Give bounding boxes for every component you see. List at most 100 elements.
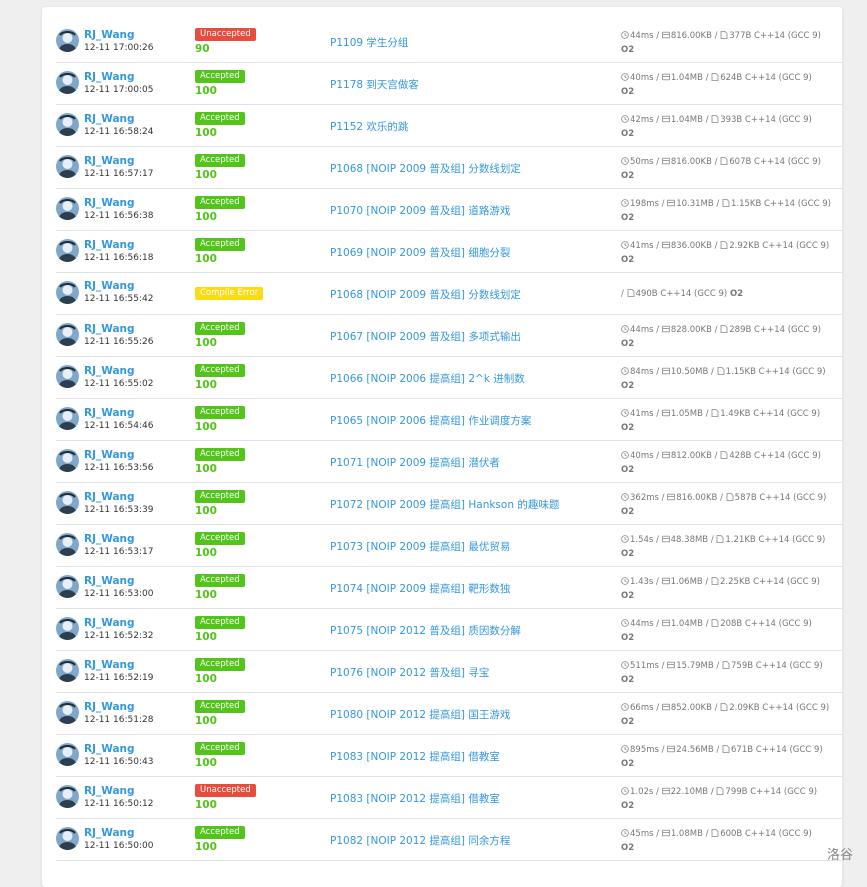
username-link[interactable]: RJ_Wang [84, 71, 135, 83]
username-link[interactable]: RJ_Wang [84, 113, 135, 125]
problem-link[interactable]: P1178 到天宫做客 [330, 77, 419, 92]
status-badge[interactable]: Accepted [195, 532, 245, 545]
user-avatar[interactable] [56, 743, 79, 766]
problem-link[interactable]: P1071 [NOIP 2009 提高组] 潜伏者 [330, 455, 500, 470]
problem-link[interactable]: P1083 [NOIP 2012 提高组] 借教室 [330, 749, 500, 764]
user-avatar[interactable] [56, 29, 79, 52]
user-avatar[interactable] [56, 71, 79, 94]
username-link[interactable]: RJ_Wang [84, 197, 135, 209]
problem-link[interactable]: P1076 [NOIP 2012 普及组] 寻宝 [330, 665, 489, 680]
username-link[interactable]: RJ_Wang [84, 155, 135, 167]
file-icon [720, 702, 728, 711]
user-avatar[interactable] [56, 281, 79, 304]
problem-link[interactable]: P1080 [NOIP 2012 提高组] 国王游戏 [330, 707, 510, 722]
status-badge[interactable]: Accepted [195, 700, 245, 713]
user-avatar[interactable] [56, 365, 79, 388]
status-badge[interactable]: Accepted [195, 196, 245, 209]
o2-flag: O2 [621, 717, 635, 727]
user-avatar[interactable] [56, 323, 79, 346]
status-badge[interactable]: Accepted [195, 322, 245, 335]
username-link[interactable]: RJ_Wang [84, 239, 135, 251]
problem-link[interactable]: P1069 [NOIP 2009 普及组] 细胞分裂 [330, 245, 510, 260]
status-badge[interactable]: Accepted [195, 742, 245, 755]
username-link[interactable]: RJ_Wang [84, 449, 135, 461]
username-link[interactable]: RJ_Wang [84, 617, 135, 629]
username-link[interactable]: RJ_Wang [84, 785, 135, 797]
username-link[interactable]: RJ_Wang [84, 575, 135, 587]
clock-icon [621, 30, 629, 39]
problem-link[interactable]: P1072 [NOIP 2009 提高组] Hankson 的趣味题 [330, 497, 559, 512]
problem-link[interactable]: P1073 [NOIP 2009 提高组] 最优贸易 [330, 539, 510, 554]
time-used: 42ms [630, 115, 654, 125]
username-link[interactable]: RJ_Wang [84, 407, 135, 419]
record-row: RJ_Wang 12-11 16:57:17 Accepted 100 P1068 [N… [56, 147, 842, 189]
code-size: 208B [720, 619, 743, 629]
o2-flag: O2 [621, 843, 635, 853]
status-badge[interactable]: Unaccepted [195, 28, 256, 41]
o2-flag: O2 [621, 633, 635, 643]
status-badge[interactable]: Accepted [195, 154, 245, 167]
problem-link[interactable]: P1082 [NOIP 2012 提高组] 同余方程 [330, 833, 510, 848]
problem-link[interactable]: P1066 [NOIP 2006 提高组] 2^k 进制数 [330, 371, 525, 386]
username-link[interactable]: RJ_Wang [84, 365, 135, 377]
record-row: RJ_Wang 12-11 16:50:12 Unaccepted 100 P1083 … [56, 777, 842, 819]
user-avatar[interactable] [56, 155, 79, 178]
status-badge[interactable]: Accepted [195, 448, 245, 461]
username-link[interactable]: RJ_Wang [84, 491, 135, 503]
problem-link[interactable]: P1075 [NOIP 2012 普及组] 质因数分解 [330, 623, 521, 638]
username-link[interactable]: RJ_Wang [84, 533, 135, 545]
score: 100 [195, 631, 217, 643]
status-badge[interactable]: Accepted [195, 406, 245, 419]
problem-link[interactable]: P1152 欢乐的跳 [330, 119, 408, 134]
user-avatar[interactable] [56, 449, 79, 472]
status-badge[interactable]: Accepted [195, 70, 245, 83]
username-link[interactable]: RJ_Wang [84, 29, 135, 41]
status-badge[interactable]: Accepted [195, 616, 245, 629]
memory-icon [661, 786, 670, 795]
status-badge[interactable]: Accepted [195, 490, 245, 503]
status-badge[interactable]: Unaccepted [195, 784, 256, 797]
status-badge[interactable]: Accepted [195, 112, 245, 125]
user-avatar[interactable] [56, 617, 79, 640]
memory-icon [667, 744, 676, 753]
score: 100 [195, 547, 217, 559]
user-avatar[interactable] [56, 827, 79, 850]
status-badge[interactable]: Accepted [195, 364, 245, 377]
record-row: RJ_Wang 12-11 16:53:17 Accepted 100 P1073 [N… [56, 525, 842, 567]
user-avatar[interactable] [56, 113, 79, 136]
problem-link[interactable]: P1068 [NOIP 2009 普及组] 分数线划定 [330, 161, 521, 176]
user-avatar[interactable] [56, 575, 79, 598]
user-avatar[interactable] [56, 659, 79, 682]
username-link[interactable]: RJ_Wang [84, 701, 135, 713]
record-row: RJ_Wang 12-11 17:00:05 Accepted 100 P1178 到天… [56, 63, 842, 105]
language: C++14 (GCC 9) [744, 619, 812, 629]
status-badge[interactable]: Accepted [195, 826, 245, 839]
problem-link[interactable]: P1067 [NOIP 2009 普及组] 多项式输出 [330, 329, 521, 344]
user-avatar[interactable] [56, 491, 79, 514]
username-link[interactable]: RJ_Wang [84, 323, 135, 335]
username-link[interactable]: RJ_Wang [84, 743, 135, 755]
user-avatar[interactable] [56, 785, 79, 808]
status-badge[interactable]: Accepted [195, 574, 245, 587]
problem-link[interactable]: P1068 [NOIP 2009 普及组] 分数线划定 [330, 287, 521, 302]
username-link[interactable]: RJ_Wang [84, 659, 135, 671]
memory-icon [662, 366, 670, 375]
user-avatar[interactable] [56, 197, 79, 220]
problem-link[interactable]: P1074 [NOIP 2009 提高组] 靶形数独 [330, 581, 510, 596]
problem-link[interactable]: P1083 [NOIP 2012 提高组] 借教室 [330, 791, 500, 806]
problem-link[interactable]: P1070 [NOIP 2009 普及组] 道路游戏 [330, 203, 510, 218]
username-link[interactable]: RJ_Wang [84, 827, 135, 839]
time-used: 362ms [630, 493, 659, 503]
username-link[interactable]: RJ_Wang [84, 280, 135, 292]
code-size: 671B [731, 745, 754, 755]
user-avatar[interactable] [56, 701, 79, 724]
problem-link[interactable]: P1109 学生分组 [330, 35, 408, 50]
submission-meta: 50ms / 816.00KB / 607B C++14 (GCC 9) O2 [621, 157, 821, 181]
status-badge[interactable]: Accepted [195, 658, 245, 671]
problem-link[interactable]: P1065 [NOIP 2006 提高组] 作业调度方案 [330, 413, 531, 428]
user-avatar[interactable] [56, 239, 79, 262]
user-avatar[interactable] [56, 407, 79, 430]
status-badge[interactable]: Accepted [195, 238, 245, 251]
user-avatar[interactable] [56, 533, 79, 556]
status-badge[interactable]: Compile Error [195, 287, 264, 300]
